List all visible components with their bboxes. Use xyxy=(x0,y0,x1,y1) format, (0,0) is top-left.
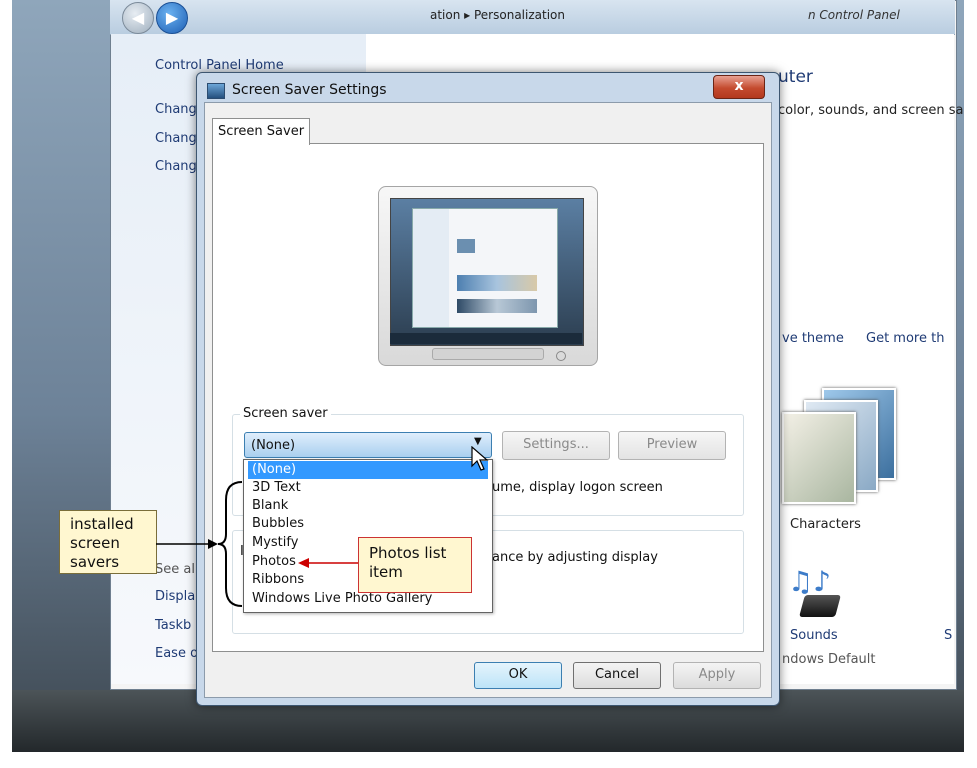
callout-text-line: Photos list xyxy=(369,544,447,562)
sidebar-link-taskbar[interactable]: Taskb xyxy=(155,618,191,633)
sidebar-link-ease-of-access[interactable]: Ease o xyxy=(155,646,198,661)
monitor-power-icon xyxy=(556,351,566,361)
mouse-pointer-icon xyxy=(471,446,489,471)
dropdown-item-blank[interactable]: Blank xyxy=(248,497,488,515)
back-button[interactable]: ◀ xyxy=(122,2,154,34)
monitor-preview-window xyxy=(412,208,558,328)
characters-theme-thumbnail[interactable] xyxy=(782,388,902,508)
close-button[interactable]: x xyxy=(713,75,765,99)
callout-text-line: savers xyxy=(70,553,120,571)
photos-list-item-callout: Photos list item xyxy=(358,537,472,593)
save-theme-link[interactable]: ve theme xyxy=(782,331,844,346)
forward-button[interactable]: ▶ xyxy=(156,2,188,34)
callout-text-line: item xyxy=(369,563,403,581)
callout-text-line: screen xyxy=(70,534,120,552)
back-arrow-icon: ◀ xyxy=(131,8,145,27)
sidebar-link-change-2[interactable]: Chang xyxy=(155,131,197,146)
screen-saver-group-label: Screen saver xyxy=(240,406,331,421)
tab-screen-saver[interactable]: Screen Saver xyxy=(212,118,310,145)
main-description: color, sounds, and screen sa xyxy=(778,103,964,118)
dropdown-item-bubbles[interactable]: Bubbles xyxy=(248,515,488,533)
preview-button[interactable]: Preview xyxy=(618,431,726,460)
sounds-value: ndows Default xyxy=(782,652,876,667)
ok-button[interactable]: OK xyxy=(474,662,562,689)
apply-button[interactable]: Apply xyxy=(673,662,761,689)
breadcrumb[interactable]: ation ▸ Personalization xyxy=(430,8,565,22)
address-bar-location: n Control Panel xyxy=(808,8,900,22)
dropdown-item-none[interactable]: (None) xyxy=(248,461,488,479)
sounds-icon[interactable]: ♫♪ xyxy=(788,565,848,625)
main-heading: uter xyxy=(778,67,813,87)
cancel-button[interactable]: Cancel xyxy=(573,662,661,689)
screen-saver-link-fragment[interactable]: S xyxy=(944,628,952,643)
forward-arrow-icon: ▶ xyxy=(165,8,179,27)
monitor-preview-taskbar xyxy=(390,333,582,344)
screen-saver-icon xyxy=(207,83,225,99)
dialog-title: Screen Saver Settings xyxy=(232,82,387,98)
power-settings-text: ance by adjusting display xyxy=(492,550,658,565)
callout-bracket-arrow xyxy=(156,481,243,607)
theme-name-label: Characters xyxy=(790,517,861,532)
screen-saver-combobox[interactable]: (None) xyxy=(244,432,492,458)
dropdown-item-3d-text[interactable]: 3D Text xyxy=(248,479,488,497)
sounds-link[interactable]: Sounds xyxy=(790,628,838,643)
callout-arrow-photos xyxy=(298,558,358,568)
installed-screen-savers-callout: installed screen savers xyxy=(59,510,157,574)
logon-screen-checkbox-label[interactable]: ume, display logon screen xyxy=(492,480,663,495)
control-panel-home-link[interactable]: Control Panel Home xyxy=(155,58,284,73)
sidebar-link-change-3[interactable]: Chang xyxy=(155,159,197,174)
monitor-stand xyxy=(432,348,544,360)
sidebar-link-change-1[interactable]: Chang xyxy=(155,102,197,117)
get-more-themes-link[interactable]: Get more th xyxy=(866,331,944,346)
callout-text-line: installed xyxy=(70,515,134,533)
settings-button[interactable]: Settings... xyxy=(502,431,610,460)
